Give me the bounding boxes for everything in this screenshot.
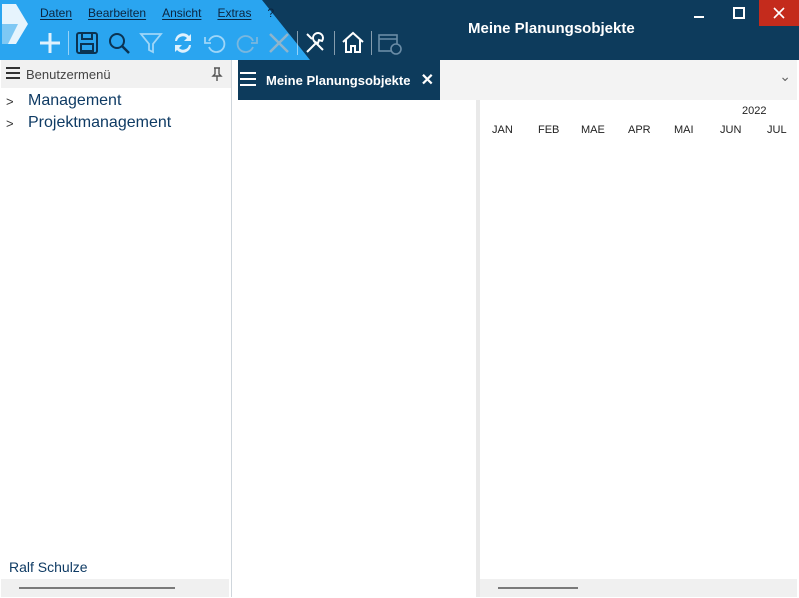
cancel-icon[interactable] — [263, 28, 295, 58]
app-logo-icon — [0, 0, 34, 58]
refresh-icon[interactable] — [167, 28, 199, 58]
scrollbar-thumb[interactable] — [498, 587, 578, 589]
chevron-right-icon[interactable]: > — [1, 94, 28, 109]
tab-meine-planungsobjekte[interactable]: Meine Planungsobjekte ✕ — [238, 60, 440, 100]
user-menu-panel: Benutzermenü > Management > Projektmanag… — [1, 60, 232, 597]
scrollbar-thumb[interactable] — [19, 587, 175, 589]
pin-icon[interactable] — [211, 67, 223, 84]
hamburger-icon[interactable] — [6, 66, 20, 82]
save-icon[interactable] — [71, 28, 103, 58]
menu-extras[interactable]: Extras — [209, 6, 259, 20]
toolbar-separator — [297, 31, 298, 55]
home-icon[interactable] — [337, 28, 369, 58]
close-icon — [773, 7, 785, 19]
user-menu-header: Benutzermenü — [1, 60, 231, 88]
maximize-button[interactable] — [719, 0, 759, 26]
app-window: Daten Bearbeiten Ansicht Extras ? Meine … — [0, 0, 799, 598]
content-area: Meine Planungsobjekte ✕ ⌄ 2022 JAN FEB M… — [238, 60, 797, 597]
menu-ansicht[interactable]: Ansicht — [154, 6, 209, 20]
tab-close-icon[interactable]: ✕ — [421, 70, 434, 90]
object-grid — [238, 100, 480, 597]
minimize-icon — [694, 16, 704, 18]
toolbar — [34, 28, 406, 58]
month-label: JUL — [767, 124, 787, 136]
redo-icon[interactable] — [231, 28, 263, 58]
gantt-months: JAN FEB MAE APR MAI JUN JUL — [480, 124, 797, 142]
undo-icon[interactable] — [199, 28, 231, 58]
tree-item-management[interactable]: > Management — [1, 90, 231, 112]
tab-label: Meine Planungsobjekte — [266, 72, 411, 88]
menu-bearbeiten[interactable]: Bearbeiten — [80, 6, 154, 20]
minimize-button[interactable] — [679, 0, 719, 26]
gantt-year: 2022 — [742, 105, 767, 117]
filter-icon[interactable] — [135, 28, 167, 58]
search-icon[interactable] — [103, 28, 135, 58]
toolbar-separator — [334, 31, 335, 55]
menu-bar: Daten Bearbeiten Ansicht Extras ? — [32, 6, 282, 20]
toolbar-separator — [371, 31, 372, 55]
menu-daten[interactable]: Daten — [32, 6, 80, 20]
month-label: MAE — [581, 124, 605, 136]
month-label: JAN — [492, 124, 513, 136]
tree-item-projektmanagement[interactable]: > Projektmanagement — [1, 112, 231, 134]
chevron-right-icon[interactable]: > — [1, 116, 28, 131]
menu-help[interactable]: ? — [259, 6, 282, 20]
user-name[interactable]: Ralf Schulze — [9, 559, 88, 575]
toolbar-separator — [68, 31, 69, 55]
month-label: MAI — [674, 124, 694, 136]
gantt-chart: 2022 JAN FEB MAE APR MAI JUN JUL — [480, 100, 797, 597]
tree-item-label: Projektmanagement — [28, 114, 172, 131]
add-icon[interactable] — [34, 28, 66, 58]
top-bar: Daten Bearbeiten Ansicht Extras ? Meine … — [0, 0, 799, 60]
tools-icon[interactable] — [300, 28, 332, 58]
month-label: FEB — [538, 124, 560, 136]
tree-item-label: Management — [28, 92, 122, 109]
horizontal-scrollbar[interactable] — [1, 579, 229, 597]
calendar-icon[interactable] — [374, 28, 406, 58]
tab-strip: Meine Planungsobjekte ✕ ⌄ — [238, 60, 797, 101]
month-label: JUN — [720, 124, 742, 136]
window-title: Meine Planungsobjekte — [468, 20, 635, 37]
close-button[interactable] — [759, 0, 799, 26]
hamburger-icon[interactable] — [240, 71, 256, 89]
horizontal-scrollbar[interactable] — [480, 579, 797, 597]
user-menu-title: Benutzermenü — [26, 66, 111, 82]
month-label: APR — [628, 124, 651, 136]
chevron-down-icon[interactable]: ⌄ — [779, 68, 791, 85]
maximize-icon — [733, 7, 745, 19]
